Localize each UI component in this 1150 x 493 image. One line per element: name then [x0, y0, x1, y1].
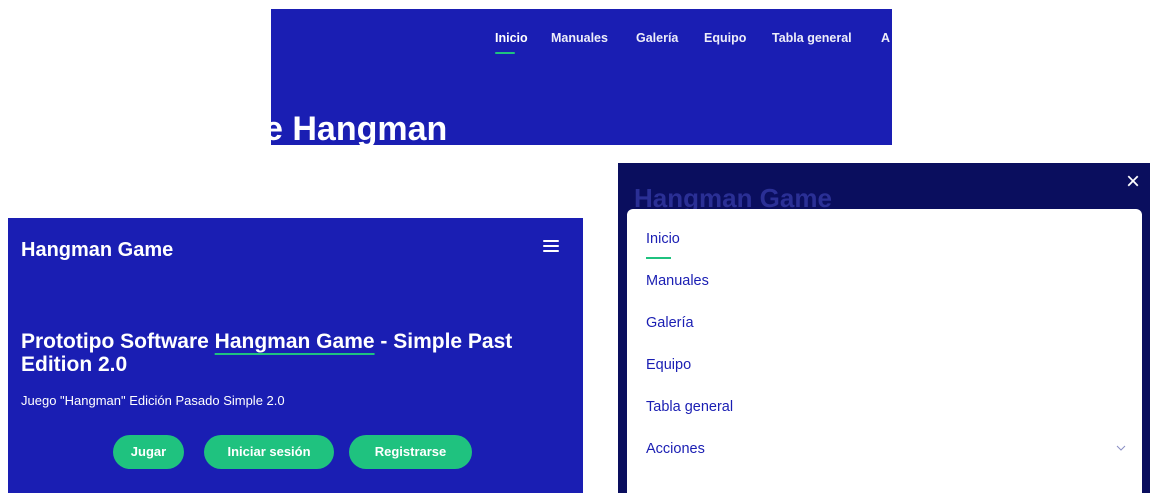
hero-headline: Prototipo Software Hangman Game - Simple…: [21, 330, 561, 376]
nav-link-galeria[interactable]: Galería: [636, 31, 678, 45]
hero-title-fragment: e Hangman: [271, 110, 448, 145]
nav-link-equipo[interactable]: Equipo: [704, 31, 746, 45]
brand-title[interactable]: Hangman Game: [21, 239, 173, 262]
headline-highlight: Hangman Game: [214, 330, 375, 353]
close-icon[interactable]: ×: [1123, 170, 1143, 194]
login-button[interactable]: Iniciar sesión: [204, 435, 334, 469]
menu-item-acciones[interactable]: Acciones: [646, 441, 705, 457]
register-button[interactable]: Registrarse: [349, 435, 472, 469]
nav-link-manuales[interactable]: Manuales: [551, 31, 608, 45]
nav-link-inicio[interactable]: Inicio: [495, 31, 528, 45]
menu-item-galeria[interactable]: Galería: [646, 315, 694, 331]
desktop-header-crop: Inicio Manuales Galería Equipo Tabla gen…: [271, 9, 892, 145]
hamburger-icon[interactable]: [543, 240, 559, 253]
menu-item-manuales[interactable]: Manuales: [646, 273, 709, 289]
menu-item-equipo[interactable]: Equipo: [646, 357, 691, 373]
nav-link-tabla-general[interactable]: Tabla general: [772, 31, 852, 45]
nav-link-acciones-truncated[interactable]: A: [881, 31, 890, 45]
hero-subtitle: Juego "Hangman" Edición Pasado Simple 2.…: [21, 393, 285, 408]
mobile-menu-overlay: Hangman Game × Inicio Manuales Galería E…: [618, 163, 1150, 493]
menu-item-inicio[interactable]: Inicio: [646, 231, 680, 247]
play-button[interactable]: Jugar: [113, 435, 184, 469]
menu-sheet: Inicio Manuales Galería Equipo Tabla gen…: [627, 209, 1142, 493]
desktop-nav: Inicio Manuales Galería Equipo Tabla gen…: [271, 31, 892, 51]
nav-active-indicator: [495, 52, 515, 54]
menu-active-indicator: [646, 257, 671, 259]
chevron-down-icon[interactable]: [1116, 443, 1126, 453]
headline-text-start: Prototipo Software: [21, 330, 215, 353]
menu-item-tabla-general[interactable]: Tabla general: [646, 399, 733, 415]
mobile-hero: Hangman Game Prototipo Software Hangman …: [8, 218, 583, 493]
